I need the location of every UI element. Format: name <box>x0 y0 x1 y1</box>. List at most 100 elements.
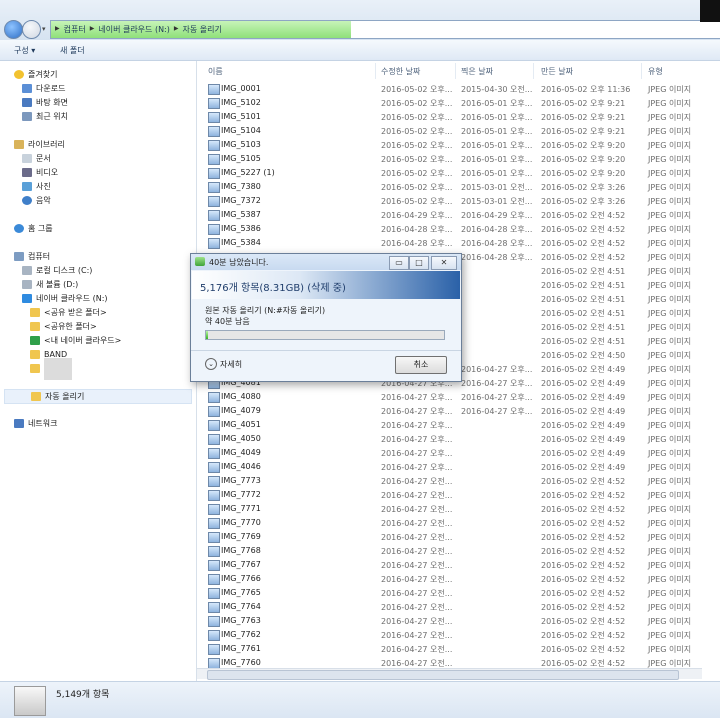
file-row[interactable]: IMG_5101 2016-05-02 오후... 2016-05-01 오후...… <box>197 110 720 124</box>
jpeg-file-icon <box>208 392 220 403</box>
nav-computer[interactable]: 컴퓨터 <box>14 250 50 263</box>
nav-network[interactable]: 네트워크 <box>14 417 57 430</box>
file-name: IMG_5103 <box>221 140 261 149</box>
file-row[interactable]: IMG_7771 2016-04-27 오전... 2016-05-02 오전 4:… <box>197 502 720 516</box>
address-field[interactable]: ▶ 컴퓨터 ▶ 네이버 클라우드 (N:) ▶ 자동 올리기 <box>50 20 720 39</box>
progress-fill <box>206 331 209 339</box>
nav-videos[interactable]: 비디오 <box>22 166 58 179</box>
file-taken: 2016-04-27 오후... <box>461 365 533 374</box>
file-row[interactable]: IMG_4046 2016-04-27 오후... 2016-05-02 오전 4:… <box>197 460 720 474</box>
column-header-created[interactable]: 만든 날짜 <box>541 66 573 77</box>
file-row[interactable]: IMG_5386 2016-04-28 오후... 2016-04-28 오후...… <box>197 222 720 236</box>
file-row[interactable]: IMG_4049 2016-04-27 오후... 2016-05-02 오전 4:… <box>197 446 720 460</box>
column-header-modified[interactable]: 수정한 날짜 <box>381 66 420 77</box>
nav-music[interactable]: 음악 <box>22 194 51 207</box>
file-row[interactable]: IMG_7765 2016-04-27 오전... 2016-05-02 오전 4:… <box>197 586 720 600</box>
nav-shared-folder[interactable]: <공유한 폴더> <box>30 320 97 333</box>
address-bar-area: ▾ ▶ 컴퓨터 ▶ 네이버 클라우드 (N:) ▶ 자동 올리기 <box>0 0 720 41</box>
file-row[interactable]: IMG_4080 2016-04-27 오후... 2016-04-27 오후...… <box>197 390 720 404</box>
organize-button[interactable]: 구성 ▾ <box>14 45 35 56</box>
file-row[interactable]: IMG_4051 2016-04-27 오후... 2016-05-02 오전 4:… <box>197 418 720 432</box>
close-button[interactable]: ✕ <box>431 256 457 270</box>
column-divider[interactable] <box>455 63 456 79</box>
file-modified: 2016-04-27 오전... <box>381 589 453 598</box>
file-type: JPEG 이미지 <box>648 365 692 374</box>
nav-homegroup[interactable]: 홈 그룹 <box>14 222 53 235</box>
file-row[interactable]: IMG_7768 2016-04-27 오전... 2016-05-02 오전 4:… <box>197 544 720 558</box>
column-header-type[interactable]: 유형 <box>648 66 663 77</box>
file-row[interactable]: IMG_7769 2016-04-27 오전... 2016-05-02 오전 4:… <box>197 530 720 544</box>
file-row[interactable]: IMG_5102 2016-05-02 오후... 2016-05-01 오후...… <box>197 96 720 110</box>
file-type: JPEG 이미지 <box>648 645 692 654</box>
forward-button[interactable] <box>22 20 41 39</box>
file-created: 2016-05-02 오전 4:49 <box>541 449 626 458</box>
nav-pictures[interactable]: 사진 <box>22 180 51 193</box>
cancel-button[interactable]: 취소 <box>395 356 447 374</box>
file-row[interactable]: IMG_5104 2016-05-02 오후... 2016-05-01 오후...… <box>197 124 720 138</box>
file-name: IMG_7773 <box>221 476 261 485</box>
file-row[interactable]: IMG_7372 2016-05-02 오후... 2015-03-01 오전...… <box>197 194 720 208</box>
file-row[interactable]: IMG_5227 (1) 2016-05-02 오후... 2016-05-01 오… <box>197 166 720 180</box>
breadcrumb-auto-upload[interactable]: 자동 올리기 <box>183 24 222 35</box>
file-created: 2016-05-02 오후 9:20 <box>541 155 626 164</box>
breadcrumb-arrow-icon[interactable]: ▶ <box>55 25 60 35</box>
breadcrumb-naver-cloud[interactable]: 네이버 클라우드 (N:) <box>98 24 170 35</box>
file-row[interactable]: IMG_7772 2016-04-27 오전... 2016-05-02 오전 4:… <box>197 488 720 502</box>
nav-desktop[interactable]: 바탕 화면 <box>22 96 68 109</box>
file-row[interactable]: IMG_7773 2016-04-27 오전... 2016-05-02 오전 4:… <box>197 474 720 488</box>
nav-label: <공유한 폴더> <box>44 322 97 331</box>
nav-local-disk[interactable]: 로컬 디스크 (C:) <box>22 264 92 277</box>
more-details-toggle[interactable]: ⌄ 자세히 <box>205 358 242 370</box>
file-row[interactable]: IMG_5105 2016-05-02 오후... 2016-05-01 오후...… <box>197 152 720 166</box>
file-row[interactable]: IMG_7766 2016-04-27 오전... 2016-05-02 오전 4:… <box>197 572 720 586</box>
file-taken: 2016-05-01 오후... <box>461 127 533 136</box>
scrollbar-thumb[interactable] <box>207 670 679 680</box>
file-name: IMG_5227 (1) <box>221 168 275 177</box>
history-dropdown-icon[interactable]: ▾ <box>42 25 46 33</box>
file-row[interactable]: IMG_5384 2016-04-28 오후... 2016-04-28 오후...… <box>197 236 720 250</box>
file-created: 2016-05-02 오전 4:49 <box>541 463 626 472</box>
column-header-taken[interactable]: 찍은 날짜 <box>461 66 493 77</box>
file-row[interactable]: IMG_7380 2016-05-02 오후... 2015-03-01 오전...… <box>197 180 720 194</box>
breadcrumb-arrow-icon[interactable]: ▶ <box>90 25 95 35</box>
nav-naver-cloud[interactable]: 네이버 클라우드 (N:) <box>22 292 108 305</box>
nav-new-volume[interactable]: 새 볼륨 (D:) <box>22 278 78 291</box>
nav-favorites[interactable]: 즐겨찾기 <box>14 68 57 81</box>
nav-recent[interactable]: 최근 위치 <box>22 110 68 123</box>
file-row[interactable]: IMG_7767 2016-04-27 오전... 2016-05-02 오전 4:… <box>197 558 720 572</box>
file-row[interactable]: IMG_5103 2016-05-02 오후... 2016-05-01 오후...… <box>197 138 720 152</box>
back-button[interactable] <box>4 20 23 39</box>
file-row[interactable]: IMG_0001 2016-05-02 오후... 2015-04-30 오전...… <box>197 82 720 96</box>
horizontal-scrollbar[interactable] <box>197 668 702 680</box>
column-divider[interactable] <box>641 63 642 79</box>
column-divider[interactable] <box>533 63 534 79</box>
file-row[interactable]: IMG_7761 2016-04-27 오전... 2016-05-02 오전 4:… <box>197 642 720 656</box>
maximize-button[interactable]: □ <box>409 256 429 270</box>
new-folder-button[interactable]: 새 폴더 <box>60 45 85 56</box>
nav-my-cloud[interactable]: <내 네이버 클라우드> <box>30 334 121 347</box>
nav-hidden-folder[interactable] <box>30 357 72 380</box>
file-modified: 2016-04-27 오후... <box>381 435 453 444</box>
file-taken: 2016-05-01 오후... <box>461 99 533 108</box>
file-row[interactable]: IMG_4079 2016-04-27 오후... 2016-04-27 오후...… <box>197 404 720 418</box>
jpeg-file-icon <box>208 168 220 179</box>
nav-auto-upload[interactable]: 자동 올리기 <box>4 389 192 404</box>
file-taken: 2016-04-27 오후... <box>461 407 533 416</box>
nav-downloads[interactable]: 다운로드 <box>22 82 65 95</box>
column-divider[interactable] <box>375 63 376 79</box>
file-row[interactable]: IMG_5387 2016-04-29 오후... 2016-04-29 오후...… <box>197 208 720 222</box>
breadcrumb-arrow-icon[interactable]: ▶ <box>174 25 179 35</box>
file-row[interactable]: IMG_4050 2016-04-27 오후... 2016-05-02 오전 4:… <box>197 432 720 446</box>
file-modified: 2016-05-02 오후... <box>381 183 453 192</box>
breadcrumb-computer[interactable]: 컴퓨터 <box>64 24 86 35</box>
file-row[interactable]: IMG_7770 2016-04-27 오전... 2016-05-02 오전 4:… <box>197 516 720 530</box>
dialog-titlebar[interactable]: 40분 남았습니다. ▭ □ ✕ <box>191 254 461 270</box>
file-row[interactable]: IMG_7764 2016-04-27 오전... 2016-05-02 오전 4:… <box>197 600 720 614</box>
nav-documents[interactable]: 문서 <box>22 152 51 165</box>
nav-libraries[interactable]: 라이브러리 <box>14 138 65 151</box>
file-row[interactable]: IMG_7762 2016-04-27 오전... 2016-05-02 오전 4:… <box>197 628 720 642</box>
file-row[interactable]: IMG_7763 2016-04-27 오전... 2016-05-02 오전 4:… <box>197 614 720 628</box>
column-header-name[interactable]: 이름 <box>208 66 223 77</box>
nav-shared-received[interactable]: <공유 받은 폴더> <box>30 306 107 319</box>
minimize-button[interactable]: ▭ <box>389 256 409 270</box>
